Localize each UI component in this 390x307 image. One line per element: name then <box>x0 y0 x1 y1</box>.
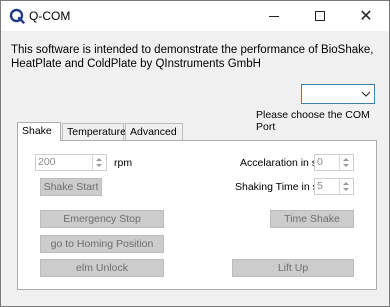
app-window: Q-COM ✕ This software is intended to dem… <box>0 0 390 307</box>
acceleration-stepper-arrows[interactable] <box>339 155 353 170</box>
speed-stepper-arrows[interactable] <box>92 155 106 170</box>
com-port-label: Please choose the COM Port <box>256 109 370 133</box>
acceleration-label: Accelaration in s <box>240 157 318 169</box>
shaking-time-value: 5 <box>317 180 323 192</box>
shake-tab-panel: 200 rpm Accelaration in s 0 Shake Start … <box>17 140 377 290</box>
acceleration-value: 0 <box>317 156 323 168</box>
minimize-icon <box>269 15 279 17</box>
minimize-button[interactable] <box>251 1 297 31</box>
speed-value: 200 <box>38 156 56 168</box>
close-icon: ✕ <box>359 6 373 25</box>
arrow-down-icon[interactable] <box>96 164 102 167</box>
arrow-up-icon[interactable] <box>343 182 349 185</box>
maximize-icon <box>315 11 325 21</box>
arrow-down-icon[interactable] <box>343 188 349 191</box>
close-button[interactable]: ✕ <box>343 1 389 31</box>
maximize-button[interactable] <box>297 1 343 31</box>
emergency-stop-button[interactable]: Emergency Stop <box>40 210 164 228</box>
tab-shake[interactable]: Shake <box>17 122 61 141</box>
tab-temperature[interactable]: Temperature <box>62 123 126 141</box>
arrow-up-icon[interactable] <box>96 158 102 161</box>
time-shake-button[interactable]: Time Shake <box>270 210 354 228</box>
shaking-time-label: Shaking Time in s <box>235 181 318 193</box>
tab-advanced[interactable]: Advanced <box>125 123 183 141</box>
arrow-down-icon[interactable] <box>343 164 349 167</box>
speed-stepper[interactable]: 200 <box>35 154 107 171</box>
elm-unlock-button[interactable]: elm Unlock <box>40 259 164 277</box>
chevron-down-icon <box>361 91 371 97</box>
speed-unit-label: rpm <box>114 157 133 169</box>
homing-position-button[interactable]: go to Homing Position <box>40 235 164 253</box>
q-com-logo-icon <box>9 8 25 24</box>
com-port-dropdown[interactable] <box>301 84 375 104</box>
arrow-up-icon[interactable] <box>343 158 349 161</box>
acceleration-stepper[interactable]: 0 <box>314 154 354 171</box>
lift-up-button[interactable]: Lift Up <box>232 259 354 277</box>
intro-text: This software is intended to demonstrate… <box>11 44 374 70</box>
shake-start-button[interactable]: Shake Start <box>40 178 102 196</box>
shaking-time-stepper-arrows[interactable] <box>339 179 353 194</box>
shaking-time-stepper[interactable]: 5 <box>314 178 354 195</box>
title-bar[interactable]: Q-COM ✕ <box>1 1 389 31</box>
window-title: Q-COM <box>29 9 71 23</box>
